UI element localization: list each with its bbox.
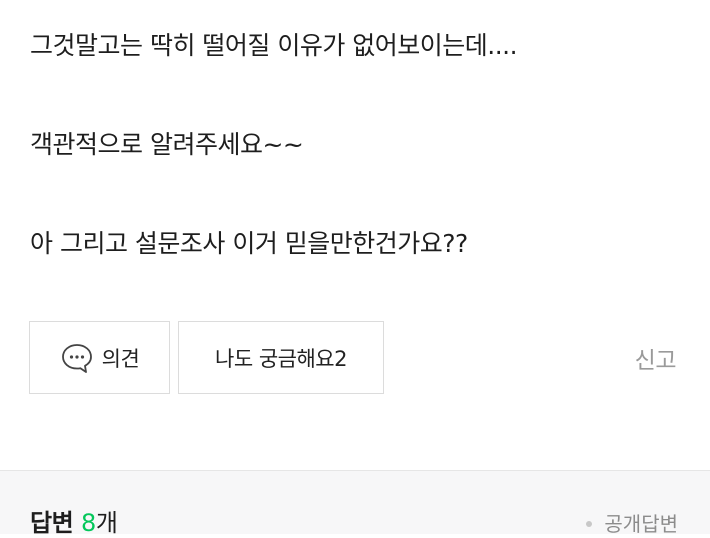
me-too-curious-label: 나도 궁금해요2 bbox=[215, 346, 347, 371]
question-text-line-3: 아 그리고 설문조사 이거 믿을만한건가요?? bbox=[30, 229, 468, 258]
speech-bubble-icon bbox=[60, 341, 94, 375]
public-answers-label: 공개답변 bbox=[604, 512, 678, 536]
opinion-button[interactable]: 의견 bbox=[29, 321, 170, 394]
report-link[interactable]: 신고 bbox=[635, 341, 677, 375]
me-too-curious-button[interactable]: 나도 궁금해요2 bbox=[178, 321, 384, 394]
answers-section: 답변 8개 공개답변 bbox=[0, 470, 710, 537]
bullet-dot-icon bbox=[586, 520, 593, 527]
opinion-button-label: 의견 bbox=[101, 346, 140, 371]
question-text-line-2: 객관적으로 알려주세요~~ bbox=[30, 130, 304, 159]
question-text-line-1: 그것말고는 딱히 떨어질 이유가 없어보이는데.... bbox=[30, 31, 518, 60]
